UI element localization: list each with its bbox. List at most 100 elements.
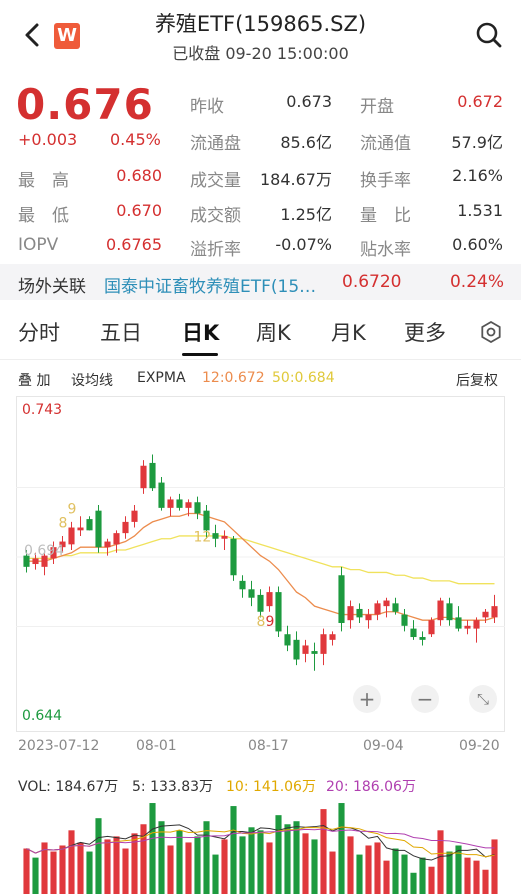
overlay-button[interactable]: 叠 加 (18, 370, 50, 390)
candle (311, 642, 318, 671)
quote-value-volume: 184.67万 (260, 170, 332, 189)
volume-ma5: 5: 133.83万 (132, 779, 214, 795)
td-count-label: 9 (266, 614, 275, 630)
volume-bar (257, 830, 264, 894)
candle-body (257, 594, 264, 612)
settings-gear-icon[interactable] (480, 321, 502, 343)
candle-body (149, 462, 156, 489)
last-price: 0.676 (16, 80, 154, 129)
tab-monthly-k[interactable]: 月K (331, 317, 366, 347)
market-status: 已收盘 09-20 15:00:00 (172, 44, 349, 63)
offsite-fund-row[interactable]: 场外关联 国泰中证畜牧养殖ETF(15… 0.6720 0.24% (0, 264, 521, 300)
candle-body (131, 510, 138, 522)
volume-bar (347, 836, 354, 894)
app-header: W 养殖ETF(159865.SZ) 已收盘 09-20 15:00:00 (0, 0, 521, 70)
quote-label-prev-close: 昨收 (190, 97, 224, 117)
fullscreen-expand-icon[interactable]: ⤡ (469, 685, 497, 713)
candle (176, 493, 183, 511)
candle-body (230, 538, 237, 576)
candle (194, 496, 201, 520)
quote-label-turnover-amount: 成交额 (190, 206, 241, 226)
candle (464, 620, 471, 635)
quote-label-discount: 贴水率 (360, 240, 411, 260)
volume-bar (113, 836, 120, 894)
tab-intraday[interactable]: 分时 (18, 317, 60, 347)
volume-bar (383, 860, 390, 894)
candle (338, 566, 345, 632)
candle-body (176, 499, 183, 508)
candle-body (473, 620, 480, 629)
tab-daily-k[interactable]: 日K (182, 317, 219, 347)
candle (275, 586, 282, 638)
quote-label-iopv: IOPV (18, 235, 59, 255)
candle-body (113, 533, 120, 545)
candle-body (464, 625, 471, 629)
candle-body (446, 603, 453, 621)
quote-value-premium: -0.07% (275, 235, 332, 254)
volume-bar (230, 806, 237, 894)
kline-chart[interactable]: 98128 9 (16, 396, 505, 732)
candle-body (410, 628, 417, 638)
candle (302, 639, 309, 663)
zoom-in-button[interactable]: + (353, 685, 381, 713)
quote-label-open: 开盘 (360, 97, 394, 117)
quote-value-turnover-amount: 1.25亿 (280, 205, 332, 224)
volume-bar (149, 803, 156, 894)
volume-ma10: 10: 141.06万 (226, 779, 316, 795)
volume-bar (446, 851, 453, 894)
volume-bar (248, 827, 255, 894)
active-tab-indicator (182, 353, 218, 356)
candle (239, 575, 246, 598)
quote-value-iopv: 0.6765 (106, 235, 162, 254)
candle (221, 530, 228, 550)
volume-bar (428, 866, 435, 894)
candle (347, 600, 354, 629)
adjust-mode-button[interactable]: 后复权 (456, 370, 498, 390)
candle (86, 516, 93, 531)
volume-bar (239, 836, 246, 894)
volume-bar (185, 842, 192, 894)
candle-body (95, 510, 102, 548)
candle-body (248, 589, 255, 598)
quote-value-float-value: 57.9亿 (451, 133, 503, 152)
candle-body (221, 535, 228, 539)
quote-label-float-shares: 流通盘 (190, 134, 241, 154)
quote-value-low: 0.670 (116, 201, 162, 220)
candle-body (194, 502, 201, 514)
volume-chart[interactable] (16, 796, 505, 894)
candle-body (185, 502, 192, 508)
tab-five-day[interactable]: 五日 (100, 317, 142, 347)
volume-bar (284, 824, 291, 894)
candle-body (437, 600, 444, 621)
x-label-3: 09-04 (363, 738, 404, 754)
candle (401, 608, 408, 632)
volume-bar (392, 848, 399, 894)
price-change-pct: 0.45% (110, 130, 161, 149)
candle-body (491, 606, 498, 618)
td-count-label: 9 (68, 501, 77, 517)
candle-body (266, 592, 273, 607)
candle-body (122, 521, 129, 534)
volume-bar (356, 854, 363, 894)
candle-body (284, 634, 291, 646)
offsite-fund-pct: 0.24% (449, 272, 504, 292)
volume-bar (482, 869, 489, 894)
candle-body (158, 482, 165, 508)
quote-value-turnover-rate: 2.16% (452, 166, 503, 185)
candle (482, 608, 489, 623)
zoom-out-button[interactable]: − (411, 685, 439, 713)
set-ma-button[interactable]: 设均线 (71, 370, 113, 390)
quote-value-float-shares: 85.6亿 (280, 133, 332, 152)
volume-bar (104, 839, 111, 894)
search-icon[interactable] (474, 20, 504, 50)
quote-value-discount: 0.60% (452, 235, 503, 254)
x-label-2: 08-17 (248, 738, 289, 754)
expma-label[interactable]: EXPMA (137, 370, 186, 386)
candle (95, 505, 102, 553)
offsite-fund-name[interactable]: 国泰中证畜牧养殖ETF(15… (104, 272, 334, 297)
candle (149, 454, 156, 492)
candle (473, 617, 480, 643)
tab-more[interactable]: 更多 (404, 317, 446, 347)
tab-weekly-k[interactable]: 周K (256, 317, 291, 347)
ref-price-label: 0.694 (24, 543, 65, 559)
